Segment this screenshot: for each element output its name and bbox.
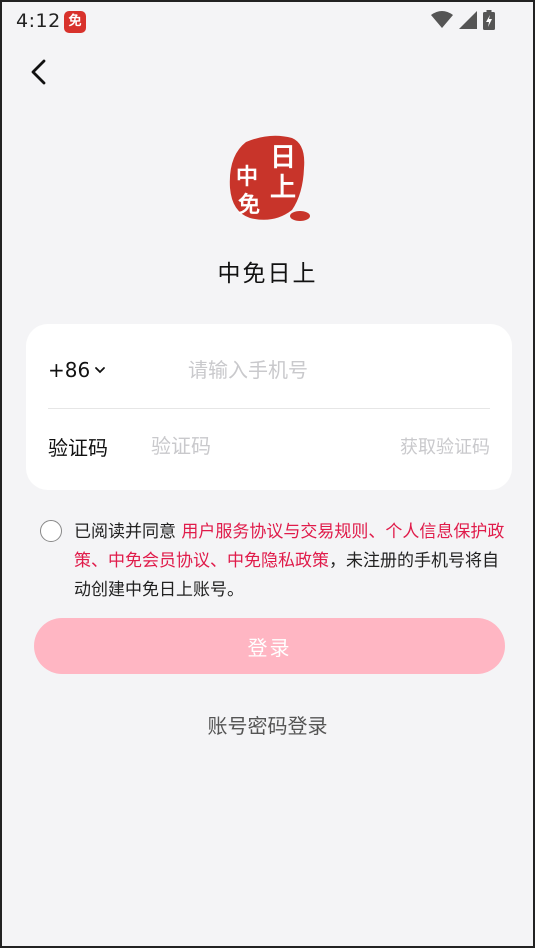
phone-input[interactable]	[188, 358, 490, 382]
cellular-signal-icon	[459, 11, 477, 29]
back-button[interactable]	[22, 54, 54, 90]
status-time: 4:12	[16, 10, 61, 32]
status-icons	[431, 10, 495, 30]
wifi-icon	[431, 11, 453, 28]
agreement-separator: 、	[91, 551, 108, 571]
logo-char-shang: 上	[270, 173, 296, 203]
logo-char-zhong: 中	[236, 165, 258, 190]
country-code-selector[interactable]: +86	[48, 358, 188, 382]
login-button[interactable]: 登录	[34, 618, 505, 674]
agreement-separator: 、	[210, 551, 227, 571]
hidden-privacy-policy-link[interactable]: 中免隐私政策	[227, 551, 329, 571]
login-form-card: +86 验证码 获取验证码	[26, 324, 512, 490]
app-logo-seal: 日 上 中 免	[229, 135, 310, 221]
country-code-value: +86	[48, 358, 91, 382]
password-login-link[interactable]: 账号密码登录	[2, 710, 533, 739]
status-bar: 4:12 免	[2, 2, 533, 42]
logo-char-ri: 日	[270, 143, 296, 173]
agree-checkbox[interactable]	[40, 520, 62, 542]
battery-charging-icon	[483, 10, 495, 30]
code-label: 验证码	[48, 435, 108, 460]
agreement-prefix: 已阅读并同意	[74, 522, 182, 542]
code-row: 验证码 获取验证码	[48, 408, 490, 484]
agreement-separator: 、	[368, 522, 386, 542]
phone-row: +86	[48, 332, 490, 409]
app-name: 中免日上	[217, 261, 318, 287]
member-agreement-link[interactable]: 中免会员协议	[108, 551, 210, 571]
get-code-button[interactable]: 获取验证码	[400, 433, 490, 459]
terms-link[interactable]: 用户服务协议与交易规则	[181, 522, 368, 542]
notification-app-icon: 免	[64, 11, 86, 33]
code-input[interactable]	[151, 434, 400, 458]
logo-char-mian: 免	[238, 192, 260, 218]
chevron-down-icon	[94, 366, 106, 374]
chevron-left-icon	[31, 59, 46, 85]
app-logo: 日 上 中 免	[226, 132, 312, 224]
agreement-text: 已阅读并同意 用户服务协议与交易规则、个人信息保护政策、中免会员协议、中免隐私政…	[74, 518, 514, 605]
